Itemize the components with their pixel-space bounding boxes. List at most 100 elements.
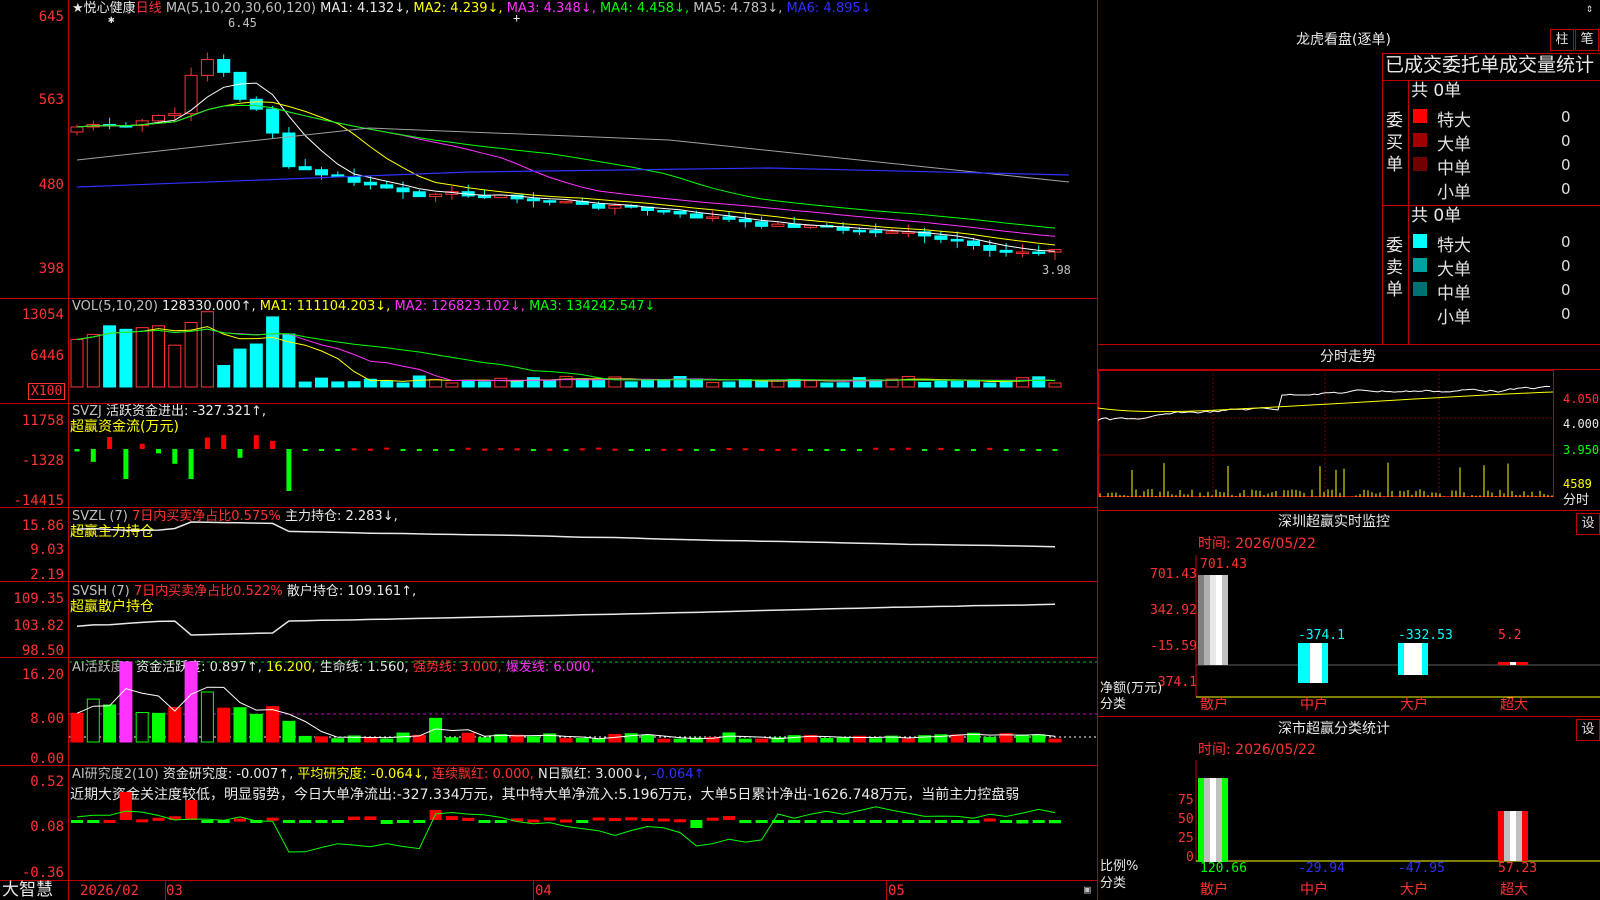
monitor-bar-retail [1198, 575, 1204, 665]
candle-body [429, 193, 443, 198]
research-bar [234, 818, 246, 822]
activity-bar [722, 732, 736, 743]
research-bar [71, 820, 83, 823]
volume-bar [315, 377, 328, 388]
fund-flow-bar [1036, 449, 1042, 451]
sz-stats-chart[interactable] [1098, 760, 1600, 900]
svsh-chart[interactable] [69, 582, 1097, 657]
fund-flow-bar [286, 449, 292, 491]
volume-bar [347, 381, 361, 388]
activity-bar [1015, 734, 1029, 743]
activity-bar [282, 720, 296, 743]
volume-bar [657, 379, 671, 388]
stats-bar-super [1504, 811, 1510, 861]
volume-bar [950, 381, 964, 388]
research-bar [494, 820, 507, 823]
volume-bar [86, 333, 100, 388]
research-bar [1016, 820, 1029, 824]
monitor-bar-mid [1310, 643, 1316, 683]
ai-research-chart[interactable] [69, 766, 1097, 880]
activity-bar [331, 738, 345, 743]
tick-mode-button[interactable]: 笔 [1575, 29, 1599, 51]
left-chart-area[interactable]: ★悦心健康日线 MA(5,10,20,30,60,120) MA1: 4.132… [0, 0, 1098, 900]
candle-body [852, 229, 866, 233]
intraday-y-label-2: 3.950 [1563, 443, 1600, 457]
sz-monitor-bottom [1098, 716, 1600, 717]
activity-bar [315, 736, 328, 743]
candle-body [200, 59, 214, 76]
price-y-label-3: 398 [38, 261, 64, 277]
research-bar [625, 817, 638, 821]
price-y-label-2: 480 [38, 177, 64, 193]
activity-bar [641, 734, 654, 743]
vol-y-label-1: 6446 [30, 348, 64, 364]
sell-swatch-0 [1413, 234, 1427, 248]
volume-bar [152, 325, 165, 388]
research-bar [657, 818, 670, 822]
buy-swatch-3 [1413, 181, 1427, 195]
research-bar [886, 820, 898, 823]
monitor-bar-super [1498, 662, 1504, 665]
volume-bar [836, 382, 850, 388]
volume-bar [673, 376, 687, 388]
candle-body [543, 200, 557, 203]
activity-bar [249, 713, 263, 743]
bar-mode-button[interactable]: 柱 [1550, 29, 1574, 51]
monitor-bar-retail [1204, 575, 1210, 665]
buy-side-label-text: 委买单 [1386, 111, 1403, 175]
fund-flow-bar [530, 449, 536, 451]
research-bar [723, 816, 735, 820]
candle-body [657, 210, 671, 213]
activity-bar [836, 737, 850, 743]
fund-flow-bar [840, 449, 846, 451]
candle-body [999, 249, 1013, 253]
research-bar [1032, 820, 1045, 823]
volume-bar [901, 375, 915, 388]
activity-bar [755, 738, 769, 743]
sz-stats-settings-button[interactable]: 设 [1576, 719, 1600, 741]
fund-flow-bar [514, 448, 520, 451]
fund-flow-bar [808, 449, 813, 451]
sz-stats-bar-value: -29.94 [1298, 861, 1345, 876]
activity-bar [1048, 738, 1062, 743]
activity-bar [152, 712, 165, 743]
volume-bar [233, 348, 247, 388]
volume-bar [559, 375, 573, 388]
research-bar [1049, 820, 1061, 824]
research-bar [1000, 820, 1013, 823]
volume-bar [641, 380, 654, 388]
candle-body [869, 230, 883, 234]
fund-flow-bar [856, 449, 862, 451]
activity-bar [200, 691, 214, 743]
top-scroll-arrow-icon[interactable]: ⇕ [1586, 2, 1593, 14]
svzl-chart[interactable] [69, 508, 1097, 581]
monitor-bar-retail [1216, 575, 1222, 665]
research-bar [201, 820, 214, 823]
volume-bar [706, 382, 720, 388]
volume-chart[interactable] [69, 299, 1097, 403]
sz-monitor-bar-value: 701.43 [1200, 557, 1247, 572]
svzj-chart[interactable] [69, 404, 1097, 507]
sz-monitor-settings-button[interactable]: 设 [1576, 513, 1600, 535]
candle-body [885, 231, 899, 234]
sz-stats-cat: 散户 [1200, 882, 1228, 898]
ai-active-chart[interactable] [69, 658, 1097, 765]
candle-body [217, 59, 231, 73]
candle-body [755, 221, 769, 227]
buy-swatch-1 [1413, 133, 1427, 147]
activity-bar [445, 737, 459, 743]
vol-y-label-0: 13054 [21, 307, 64, 323]
research-bar [266, 817, 279, 821]
research-bar [869, 820, 882, 823]
x-tick-3 [886, 880, 887, 900]
sz-stats-y-label-1: 50 [1178, 812, 1194, 827]
fund-flow-bar [188, 449, 194, 479]
fund-flow-bar [302, 449, 308, 451]
activity-bar [380, 738, 394, 743]
activity-bar [575, 737, 589, 743]
price-chart[interactable] [69, 0, 1097, 298]
intraday-chart[interactable] [1098, 370, 1560, 510]
buy-row-count: 0 [1561, 156, 1571, 174]
activity-bar [592, 738, 606, 743]
candle-body [983, 245, 997, 251]
